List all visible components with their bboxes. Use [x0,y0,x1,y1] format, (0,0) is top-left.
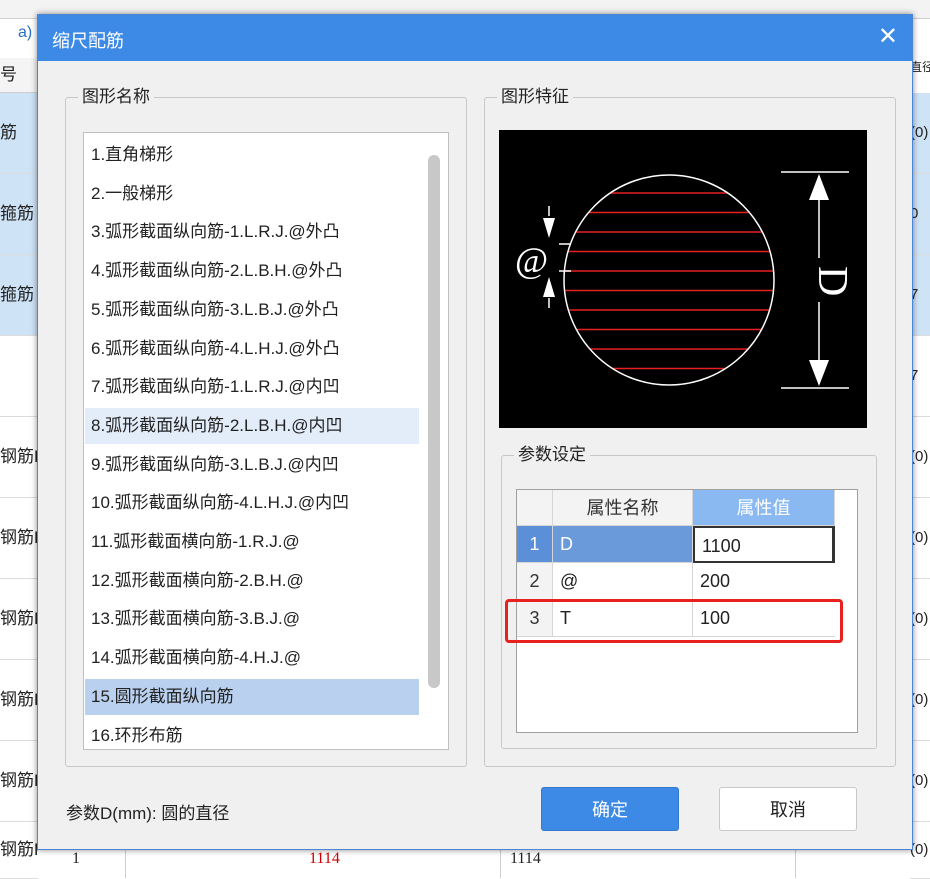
diameter-label: D [809,266,855,296]
background-right-cell: 7 [910,367,919,384]
shape-list-item[interactable]: 16.环形布筋 [85,718,419,750]
bottom-row-index: 1 [72,850,80,867]
shape-list-item[interactable]: 1.直角梯形 [85,137,419,173]
background-row-label: 钢筋F [0,528,38,547]
shape-list-item[interactable]: 15.圆形截面纵向筋 [85,678,419,715]
grid-corner [517,490,553,526]
spacing-arrow-up [543,277,555,297]
shape-name-legend: 图形名称 [78,87,154,107]
background-row-label [0,336,38,416]
grid-cell-value[interactable]: 200 [693,563,835,600]
shape-list-item[interactable]: 13.弧形截面横向筋-3.B.J.@ [85,601,419,637]
shape-list-item[interactable]: 10.弧形截面纵向筋-4.L.H.J.@内凹 [85,485,419,521]
background-right-cell: (0) [910,93,930,173]
shape-list-item[interactable]: 6.弧形截面纵向筋-4.L.H.J.@外凸 [85,331,419,367]
bottom-row-red-value: 1114 [309,850,340,867]
circle-section-figure: @ D [515,171,855,389]
grid-header-name[interactable]: 属性名称 [553,490,693,526]
ok-button[interactable]: 确定 [541,787,679,831]
shape-list-item[interactable]: 3.弧形截面纵向筋-1.L.R.J.@外凸 [85,214,419,250]
background-row-label: 箍筋 [0,174,38,254]
grid-header-value[interactable]: 属性值 [693,490,835,526]
background-row-label: 钢筋F [0,447,38,466]
diameter-arrow-down [809,360,829,386]
shape-list-item[interactable]: 2.一般梯形 [85,176,419,212]
shape-list-item[interactable]: 11.弧形截面横向筋-1.R.J.@ [85,524,419,560]
param-legend: 参数设定 [514,445,590,465]
dialog-titlebar[interactable]: 缩尺配筋 ✕ [38,15,912,61]
diameter-arrow-up [809,174,829,200]
grid-row-number[interactable]: 2 [517,563,553,600]
parameter-description: 参数D(mm): 圆的直径 [66,804,230,823]
scale-rebar-dialog: 缩尺配筋 ✕ 图形名称 1.直角梯形 2.一般梯形 3.弧形截面纵向筋-1.L.R.… [37,14,913,850]
background-row-label: 箍筋 [0,255,38,335]
grid-cell-name[interactable]: D [553,526,693,563]
shape-list-item[interactable]: 5.弧形截面纵向筋-3.L.B.J.@外凸 [85,292,419,328]
background-right-cell: (0) [910,610,929,627]
background-right-cell: 0 [910,174,930,254]
background-right-cell: (0) [910,841,929,858]
grid-cell-name[interactable]: @ [553,563,693,600]
circle-outline [563,174,775,386]
background-right-cell: (0) [910,772,929,789]
shape-figure-panel: @ D [499,130,867,428]
background-row-label: 钢筋F [0,609,38,628]
background-right-header: 直径 [910,60,930,74]
background-column-header: 号 [0,58,38,93]
background-right-cell: (0) [910,448,929,465]
background-row-label: 钢筋F [0,771,38,790]
background-link[interactable]: a) [18,24,32,42]
background-right-cell: (0) [910,529,929,546]
shape-list-item[interactable]: 8.弧形截面纵向筋-2.L.B.H.@内凹 [85,407,419,444]
shape-feature-legend: 图形特征 [497,87,573,107]
close-icon[interactable]: ✕ [878,24,898,50]
cancel-button[interactable]: 取消 [719,787,857,831]
background-right-cell: (0) [910,691,929,708]
shape-list-item[interactable]: 4.弧形截面纵向筋-2.L.B.H.@外凸 [85,253,419,289]
spacing-label: @ [515,240,548,280]
rebar-lines [564,192,774,370]
grid-row-number[interactable]: 1 [517,526,553,563]
dialog-title: 缩尺配筋 [52,31,124,51]
background-row-label: 筋 [0,93,38,173]
grid-cell-value-input[interactable]: 1100 [693,526,835,563]
shape-list-item[interactable]: 14.弧形截面横向筋-4.H.J.@ [85,640,419,676]
red-highlight-annotation [505,599,843,643]
background-row-label: 钢筋F [0,840,38,859]
background-row-label: 钢筋F [0,690,38,709]
list-scrollbar-thumb[interactable] [428,155,440,688]
bottom-row-value: 1114 [510,850,541,867]
shape-list[interactable]: 1.直角梯形 2.一般梯形 3.弧形截面纵向筋-1.L.R.J.@外凸 4.弧形截面纵… [83,132,449,750]
background-right-cell: 7 [910,255,930,335]
shape-list-item[interactable]: 9.弧形截面纵向筋-3.L.B.J.@内凹 [85,447,419,483]
shape-list-item[interactable]: 12.弧形截面横向筋-2.B.H.@ [85,563,419,599]
shape-list-item[interactable]: 7.弧形截面纵向筋-1.L.R.J.@内凹 [85,369,419,405]
background-bottom-row: 1 1114 1114 [38,845,910,879]
spacing-arrow-down [543,218,555,238]
